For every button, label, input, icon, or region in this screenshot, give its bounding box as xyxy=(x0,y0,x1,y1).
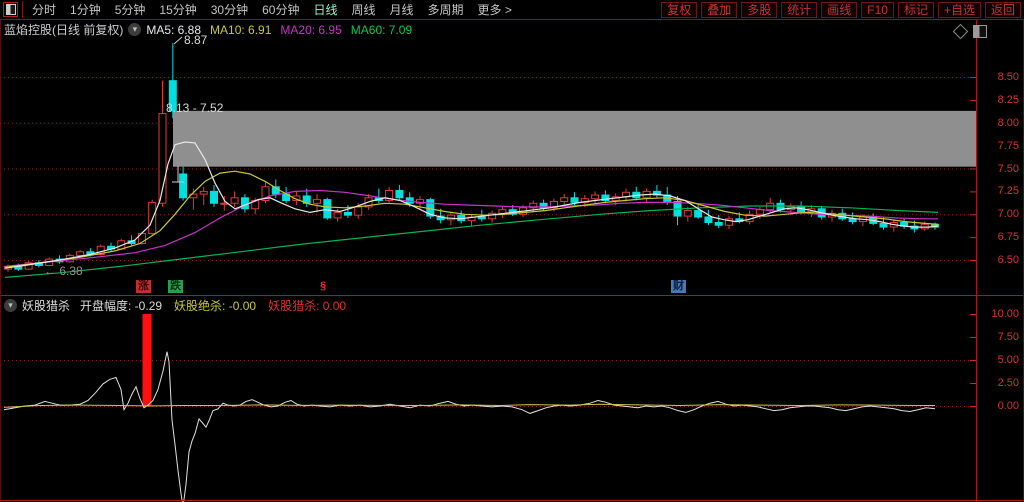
stock-app-window: { "toolbar": { "periods": ["分时","1分钟","5… xyxy=(0,0,1024,502)
window-layout-icon[interactable] xyxy=(3,2,18,17)
toolbar-button-复权[interactable]: 复权 xyxy=(661,1,698,18)
indicator-axis-label: 10.00 xyxy=(991,308,1019,320)
candle-body[interactable] xyxy=(76,251,85,256)
price-axis-label: 7.50 xyxy=(997,162,1019,175)
chart-canvas[interactable] xyxy=(0,0,1024,502)
measure-box-annotation[interactable] xyxy=(173,110,976,167)
candle-body[interactable] xyxy=(704,216,713,223)
stock-title: 蓝焰控股(日线 前复权) xyxy=(4,23,124,37)
toolbar-button-返回[interactable]: 返回 xyxy=(984,1,1021,18)
toolbar-button-标记[interactable]: 标记 xyxy=(897,1,934,18)
candle-body[interactable] xyxy=(446,214,455,221)
box-range-annotation: 8.13 - 7.52 xyxy=(166,101,224,115)
period-tab-30分钟[interactable]: 30分钟 xyxy=(204,1,255,18)
ma-label: MA60: 7.09 xyxy=(350,22,413,37)
candle-body[interactable] xyxy=(179,173,188,199)
ma-label: MA10: 6.91 xyxy=(210,22,272,37)
toolbar-button-多股[interactable]: 多股 xyxy=(741,1,778,18)
event-marker-涨[interactable]: 涨 xyxy=(136,280,151,293)
candle-body[interactable] xyxy=(879,222,888,228)
indicator-field: 妖股绝杀: -0.00 xyxy=(174,299,257,313)
indicator-field: 开盘幅度: -0.29 xyxy=(80,299,163,313)
candle-body[interactable] xyxy=(240,197,249,210)
candle-body[interactable] xyxy=(230,197,239,204)
chart-title-row: 蓝焰控股(日线 前复权) ▾ MA5: 6.88 MA10: 6.91 MA20: … xyxy=(4,21,421,38)
period-tab-日线[interactable]: 日线 xyxy=(306,1,344,18)
ma-label: MA20: 6.95 xyxy=(280,22,342,37)
event-marker-财[interactable]: 财 xyxy=(671,280,686,293)
candle-body[interactable] xyxy=(694,210,703,218)
panel-split-icon[interactable] xyxy=(973,25,987,38)
candle-body[interactable] xyxy=(560,197,569,202)
period-tab-15分钟[interactable]: 15分钟 xyxy=(152,1,203,18)
annotation-line xyxy=(173,36,183,45)
period-tab-5分钟[interactable]: 5分钟 xyxy=(108,1,153,18)
period-tabs: 分时 1分钟 5分钟 15分钟 30分钟 60分钟 日线 周线 月线 多周期 更多 > xyxy=(25,1,519,18)
toolbar-right-buttons: 复权 叠加 多股 统计 画线 F10 标记 +自选 返回 xyxy=(657,1,1024,18)
event-marker-§[interactable]: § xyxy=(318,280,328,293)
indicator-values: 开盘幅度: -0.29 妖股绝杀: -0.00 妖股猎杀: 0.00 xyxy=(80,297,358,314)
candle-body[interactable] xyxy=(323,199,332,219)
high-price-annotation: 8.87 xyxy=(184,33,208,47)
candle-body[interactable] xyxy=(755,209,764,215)
signal-bar xyxy=(142,314,152,406)
candle-body[interactable] xyxy=(683,210,692,217)
top-toolbar: 分时 1分钟 5分钟 15分钟 30分钟 60分钟 日线 周线 月线 多周期 更多 > 复权 叠加 多股… xyxy=(0,0,1024,20)
toolbar-button-叠加[interactable]: 叠加 xyxy=(701,1,738,18)
indicator-name[interactable]: 妖股猎杀 xyxy=(22,297,70,314)
candle-body[interactable] xyxy=(395,189,404,199)
price-axis-label: 8.50 xyxy=(997,71,1019,83)
price-axis-label: 6.50 xyxy=(997,254,1019,266)
candle-body[interactable] xyxy=(148,201,157,234)
period-tab-月线[interactable]: 月线 xyxy=(383,1,421,18)
event-marker-跌[interactable]: 跌 xyxy=(168,280,183,293)
candle-body[interactable] xyxy=(591,194,600,200)
period-tab-1分钟[interactable]: 1分钟 xyxy=(63,1,108,18)
indicator-axis-label: 2.50 xyxy=(997,377,1019,389)
period-tab-60分钟[interactable]: 60分钟 xyxy=(255,1,306,18)
indicator-field: 妖股猎杀: 0.00 xyxy=(268,299,347,313)
price-axis-label: 7.75 xyxy=(997,139,1019,152)
period-tab-更多 >[interactable]: 更多 > xyxy=(471,1,519,18)
candle-body[interactable] xyxy=(333,211,342,219)
toolbar-button-统计[interactable]: 统计 xyxy=(781,1,818,18)
candle-body[interactable] xyxy=(199,190,208,195)
price-axis-label: 8.25 xyxy=(997,93,1019,106)
candle-body[interactable] xyxy=(210,190,218,204)
candle-body[interactable] xyxy=(570,197,579,203)
period-tab-分时[interactable]: 分时 xyxy=(25,1,63,18)
collapse-chevron-icon[interactable]: ▾ xyxy=(128,23,142,36)
toolbar-button-画线[interactable]: 画线 xyxy=(821,1,858,18)
ma-line-MA20 xyxy=(4,189,938,267)
price-axis-label: 7.00 xyxy=(997,208,1019,221)
candle-body[interactable] xyxy=(313,199,321,204)
sub-collapse-chevron-icon[interactable]: ▾ xyxy=(4,299,17,312)
price-axis-label: 6.75 xyxy=(997,231,1019,244)
candle-body[interactable] xyxy=(343,211,352,216)
candle-body[interactable] xyxy=(714,221,723,226)
toolbar-button-F10[interactable]: F10 xyxy=(861,1,894,18)
candle-body[interactable] xyxy=(477,216,486,220)
toolbar-button-+自选[interactable]: +自选 xyxy=(937,1,981,18)
sub-indicator-header: ▾ 妖股猎杀 开盘幅度: -0.29 妖股绝杀: -0.00 妖股猎杀: 0.00 xyxy=(4,297,368,314)
period-tab-周线[interactable]: 周线 xyxy=(344,1,382,18)
indicator-axis-label: 0.00 xyxy=(997,400,1019,412)
price-axis-label: 8.00 xyxy=(997,116,1019,129)
low-price-annotation: ← 6.38 xyxy=(44,264,83,278)
candle-body[interactable] xyxy=(354,206,363,216)
price-axis-label: 7.25 xyxy=(997,185,1019,198)
period-tab-多周期[interactable]: 多周期 xyxy=(421,1,471,18)
toolbar-divider xyxy=(22,1,23,18)
indicator-axis-label: 5.00 xyxy=(997,354,1019,366)
indicator-axis-label: 7.50 xyxy=(997,331,1019,343)
